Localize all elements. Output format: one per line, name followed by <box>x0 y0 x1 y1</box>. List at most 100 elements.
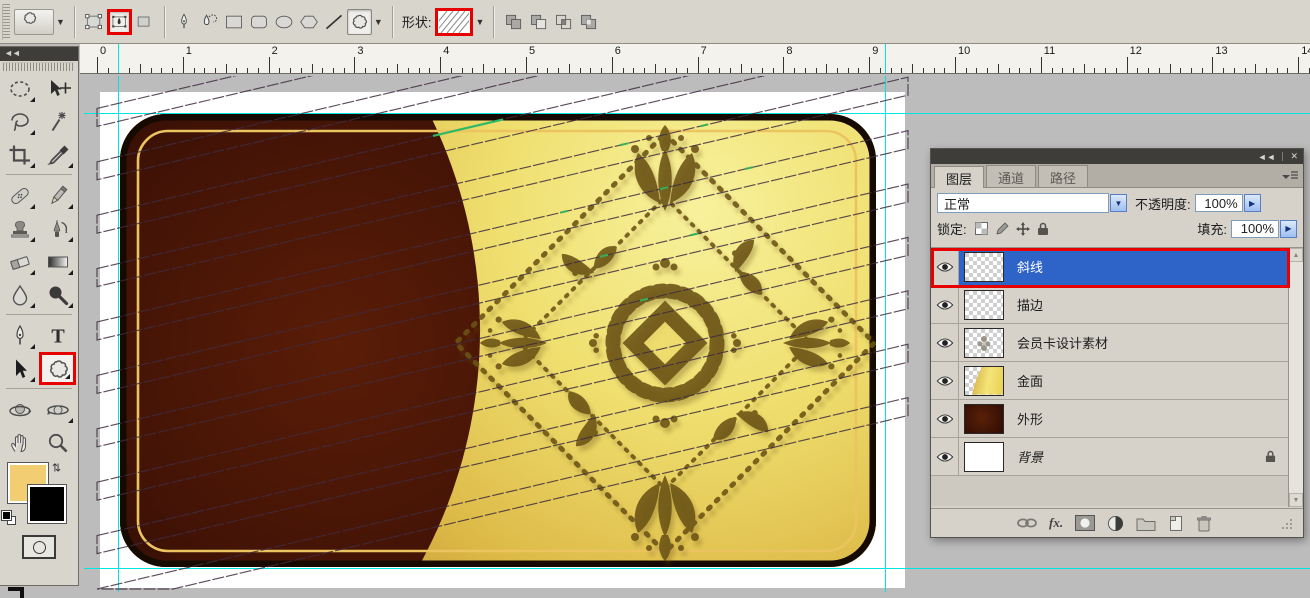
tool-gradient[interactable] <box>39 245 76 278</box>
link-layers-icon[interactable] <box>1017 517 1037 529</box>
panel-close-button[interactable]: ✕ <box>1290 151 1298 162</box>
tool-blur[interactable] <box>1 278 38 311</box>
layer-style-icon[interactable]: fx. <box>1049 515 1063 531</box>
layer-name[interactable]: 外形 <box>1017 409 1290 428</box>
lock-pixels-icon[interactable] <box>995 221 1009 236</box>
layer-thumbnail[interactable] <box>964 403 1004 434</box>
new-group-icon[interactable] <box>1136 516 1156 531</box>
layer-row-beijing[interactable]: 背景 <box>931 438 1290 476</box>
quick-mask-button[interactable] <box>22 535 56 559</box>
tab-paths[interactable]: 路径 <box>1038 165 1089 187</box>
tool-3d-rotate[interactable] <box>1 393 38 426</box>
visibility-toggle[interactable] <box>931 438 959 475</box>
layer-row-miaobian[interactable]: 描边 <box>931 286 1290 324</box>
scroll-up-icon[interactable]: ▲ <box>1289 248 1303 262</box>
panel-menu-icon[interactable] <box>1282 170 1298 182</box>
layer-thumbnail[interactable] <box>964 441 1004 472</box>
panel-collapse-button[interactable]: ◄◄ <box>1258 152 1276 162</box>
layer-row-waixing[interactable]: 外形 <box>931 400 1290 438</box>
layer-list-scrollbar[interactable]: ▲ ▼ <box>1288 248 1303 507</box>
blend-mode-caret-icon[interactable]: ▼ <box>1110 194 1127 212</box>
layer-row-jinmian[interactable]: 金面 <box>931 362 1290 400</box>
shape-layers-mode-button[interactable] <box>82 9 107 35</box>
add-shape-area-button[interactable] <box>501 9 526 35</box>
layer-row-xiexian[interactable]: 斜线 <box>931 248 1290 288</box>
subtract-shape-area-button[interactable] <box>526 9 551 35</box>
palette-grip[interactable] <box>3 62 75 71</box>
visibility-toggle[interactable] <box>931 324 959 361</box>
tool-preset-picker[interactable] <box>14 8 54 35</box>
rounded-rectangle-tool-button[interactable] <box>247 9 272 35</box>
tool-zoom[interactable] <box>39 426 76 459</box>
polygon-tool-button[interactable] <box>297 9 322 35</box>
swap-colors-icon[interactable]: ⇄ <box>50 463 63 472</box>
palette-collapse-button[interactable]: ◄◄ <box>0 47 78 61</box>
ellipse-tool-button[interactable] <box>272 9 297 35</box>
fill-slider-button[interactable]: ▶ <box>1280 219 1297 238</box>
tool-burn[interactable] <box>39 278 76 311</box>
tab-layers[interactable]: 图层 <box>934 166 985 188</box>
tool-pen[interactable] <box>1 319 38 352</box>
layer-name[interactable]: 斜线 <box>1017 257 1290 276</box>
layer-name[interactable]: 背景 <box>1017 447 1265 466</box>
exclude-shape-area-button[interactable] <box>576 9 601 35</box>
lock-all-icon[interactable] <box>1037 222 1049 236</box>
default-colors-icon[interactable] <box>1 510 16 525</box>
lock-position-icon[interactable] <box>1015 221 1030 236</box>
lock-transparency-icon[interactable] <box>974 222 988 235</box>
shape-preset-swatch[interactable] <box>435 7 474 36</box>
tool-elliptical-marquee[interactable] <box>1 72 38 105</box>
tool-type[interactable]: T <box>39 319 76 352</box>
adjustment-layer-icon[interactable] <box>1107 515 1124 532</box>
tool-eyedropper[interactable] <box>39 138 76 171</box>
freeform-pen-tool-button[interactable] <box>197 9 222 35</box>
custom-shape-tool-button[interactable] <box>346 8 372 35</box>
opacity-input[interactable]: 100% <box>1194 194 1243 212</box>
options-bar-grip[interactable] <box>2 3 10 40</box>
delete-layer-icon[interactable] <box>1196 515 1212 532</box>
add-mask-icon[interactable] <box>1075 515 1096 531</box>
tool-crop[interactable] <box>1 138 38 171</box>
tool-path-selection[interactable] <box>1 352 38 385</box>
blend-mode-select[interactable]: 正常 <box>937 193 1109 213</box>
rectangle-tool-button[interactable] <box>222 9 247 35</box>
layer-thumbnail[interactable] <box>964 365 1004 396</box>
visibility-toggle[interactable] <box>931 248 959 285</box>
tool-clone-stamp[interactable] <box>1 212 38 245</box>
fill-pixels-mode-button[interactable] <box>132 9 157 35</box>
shape-preset-caret-icon[interactable]: ▼ <box>475 17 484 27</box>
tool-pencil[interactable] <box>39 179 76 212</box>
visibility-toggle[interactable] <box>931 362 959 399</box>
tool-custom-shape[interactable] <box>39 352 76 385</box>
layer-thumbnail[interactable] <box>964 251 1004 282</box>
tab-channels[interactable]: 通道 <box>986 165 1037 187</box>
tool-preset-caret-icon[interactable]: ▼ <box>56 17 65 27</box>
scroll-down-icon[interactable]: ▼ <box>1289 493 1303 507</box>
layer-thumbnail[interactable] <box>964 289 1004 320</box>
visibility-toggle[interactable] <box>931 286 959 323</box>
visibility-toggle[interactable] <box>931 400 959 437</box>
layer-row-sucai[interactable]: 会员卡设计素材 <box>931 324 1290 362</box>
fill-input[interactable]: 100% <box>1231 219 1279 238</box>
tool-history-brush[interactable] <box>39 212 76 245</box>
panel-resize-grip[interactable] <box>1279 516 1293 530</box>
line-tool-button[interactable] <box>322 9 347 35</box>
opacity-slider-button[interactable]: ▶ <box>1243 194 1261 212</box>
layer-thumbnail[interactable] <box>964 327 1004 358</box>
layer-name[interactable]: 会员卡设计素材 <box>1017 333 1290 352</box>
tool-eraser[interactable] <box>1 245 38 278</box>
horizontal-ruler[interactable]: 01234567891011121314 <box>80 44 1310 74</box>
layer-name[interactable]: 金面 <box>1017 371 1290 390</box>
pen-tool-button[interactable] <box>172 9 197 35</box>
shape-tool-caret-icon[interactable]: ▼ <box>374 17 383 27</box>
tool-magic-wand[interactable] <box>39 105 76 138</box>
background-color-swatch[interactable] <box>27 484 67 524</box>
tool-3d-orbit[interactable] <box>39 393 76 426</box>
tool-healing-brush[interactable] <box>1 179 38 212</box>
tool-lasso[interactable] <box>1 105 38 138</box>
new-layer-icon[interactable] <box>1168 515 1184 532</box>
paths-mode-button[interactable] <box>106 8 132 35</box>
intersect-shape-area-button[interactable] <box>551 9 576 35</box>
tool-move[interactable] <box>39 72 76 105</box>
tool-hand[interactable] <box>1 426 38 459</box>
